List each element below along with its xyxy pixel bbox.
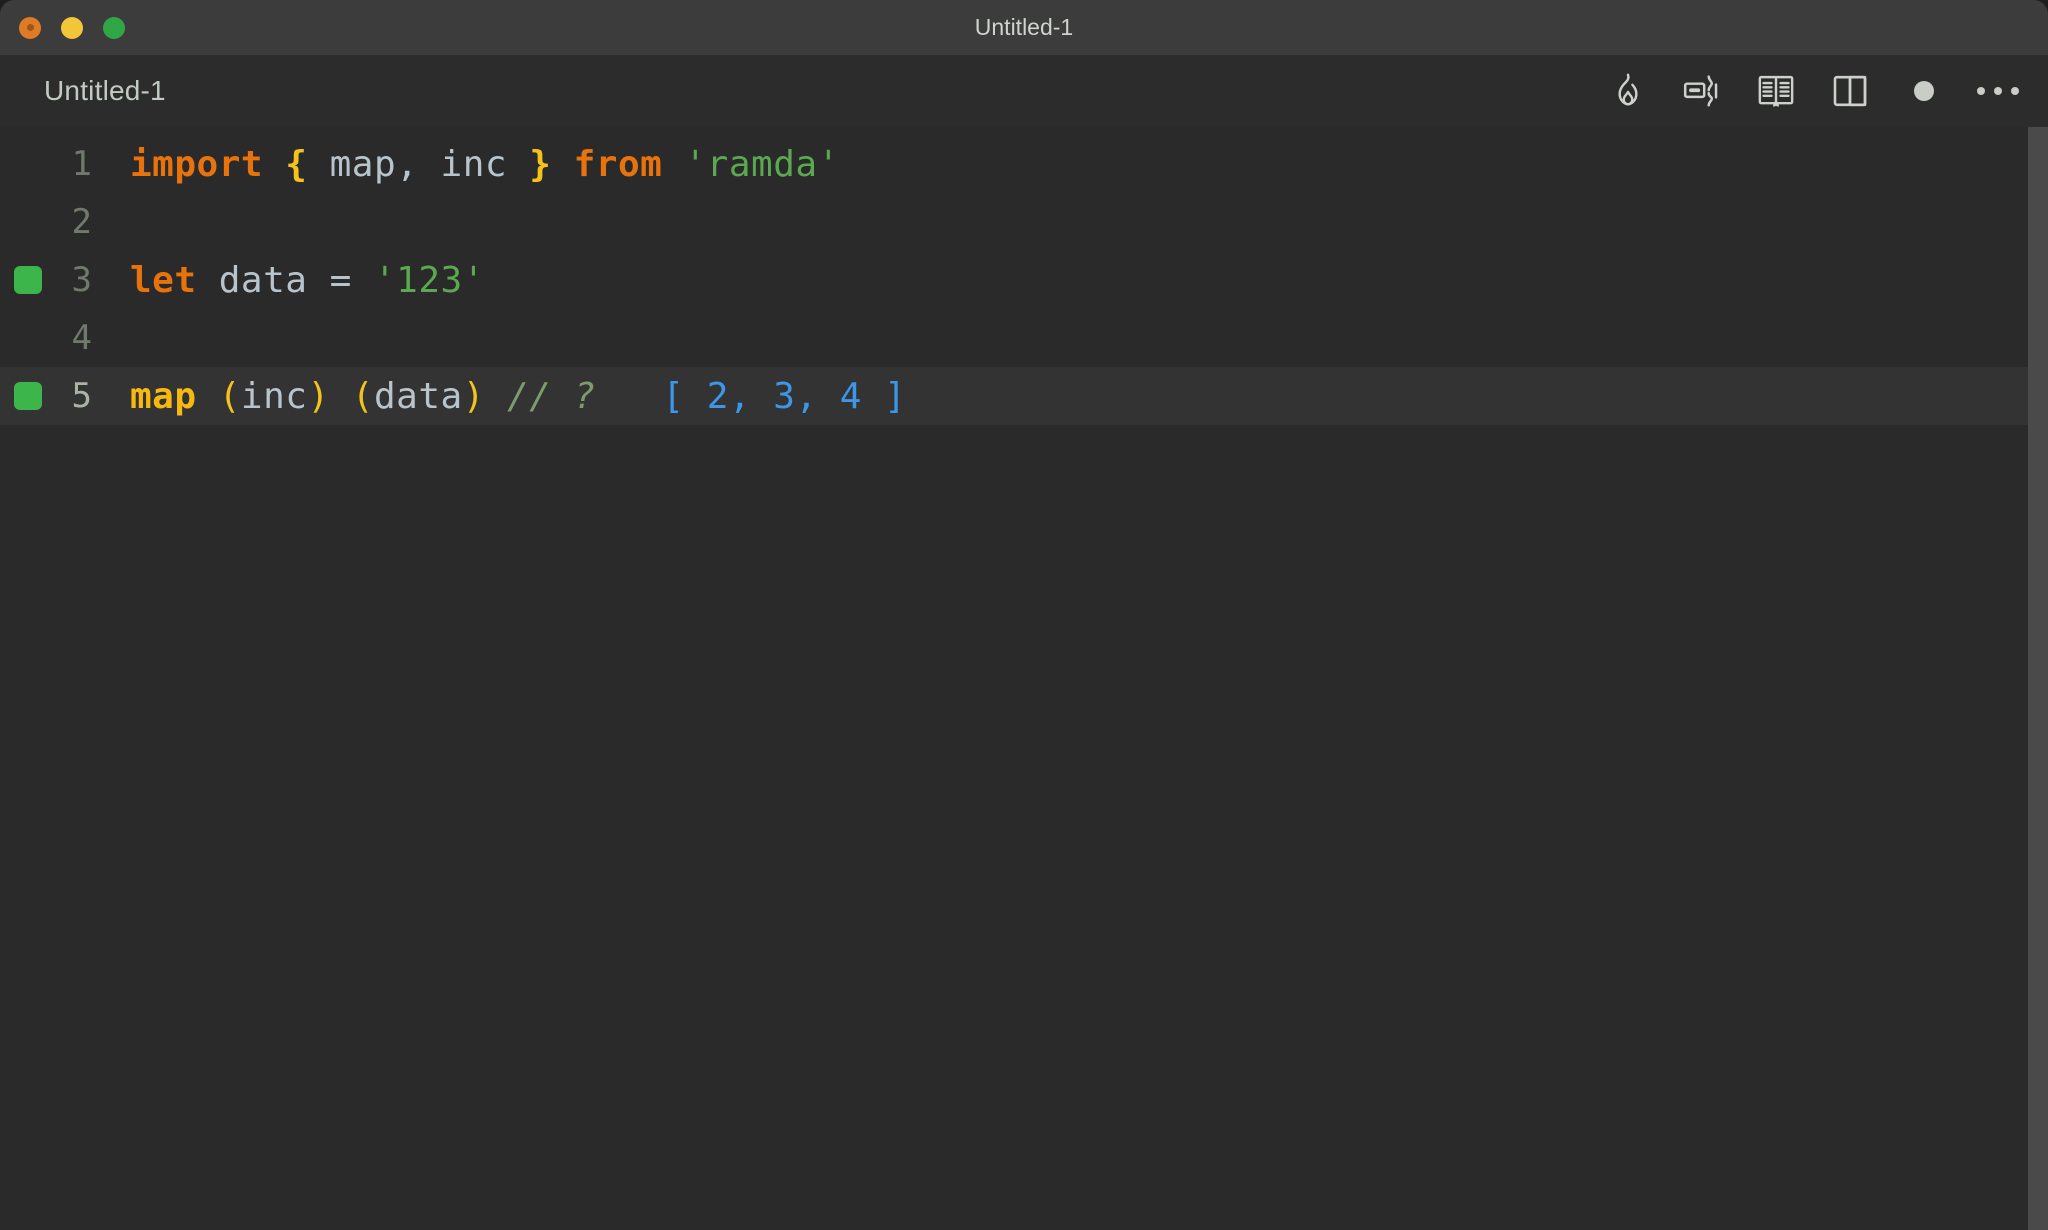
- editor-window: Untitled-1 Untitled-1 1 import {map, in…: [0, 0, 2048, 1230]
- token-paren: (: [218, 375, 241, 417]
- token-brace: {: [285, 143, 308, 185]
- ellipsis-icon: [1977, 87, 2019, 95]
- token-identifier: data: [374, 375, 463, 417]
- line-number: 4: [71, 318, 92, 358]
- editor-scrollbar[interactable]: [2028, 127, 2048, 1230]
- traffic-light-group: [19, 16, 125, 39]
- token-paren: (: [351, 375, 374, 417]
- gutter-marker-icon[interactable]: [14, 266, 42, 294]
- open-book-icon: [1757, 74, 1795, 108]
- unsaved-dot-icon-button[interactable]: [1902, 69, 1946, 113]
- window-title: Untitled-1: [974, 14, 1074, 40]
- editor-toolbar: [1606, 69, 2020, 113]
- more-actions-button[interactable]: [1976, 69, 2020, 113]
- token-keyword: import: [130, 143, 264, 185]
- token-keyword: let: [130, 259, 197, 301]
- code-line[interactable]: 5 map (inc) (data) // ? [ 2, 3, 4 ]: [0, 367, 2048, 425]
- code-lines[interactable]: 1 import { map, inc } from 'ramda' 2 3 let d…: [0, 127, 2048, 425]
- code-line[interactable]: 2: [0, 193, 2048, 251]
- token-paren: ): [462, 375, 485, 417]
- token-keyword: from: [573, 143, 663, 185]
- line-code[interactable]: let data = '123': [130, 260, 2048, 301]
- code-line[interactable]: 4: [0, 309, 2048, 367]
- flame-icon: [1611, 72, 1645, 110]
- unsaved-dot-icon: [1914, 81, 1934, 101]
- minimize-window-button[interactable]: [61, 16, 83, 39]
- tab-bar: Untitled-1: [0, 55, 2048, 127]
- token-identifier: inc: [240, 375, 308, 417]
- token-brace: }: [529, 143, 552, 185]
- title-bar: Untitled-1: [0, 0, 2048, 55]
- editor-area[interactable]: 1 import { map, inc } from 'ramda' 2 3 let d…: [0, 127, 2048, 1230]
- gutter-marker-icon[interactable]: [14, 382, 42, 410]
- token-identifier: inc: [440, 143, 508, 185]
- token-identifier: data: [218, 259, 308, 301]
- token-string: '123': [373, 259, 485, 301]
- line-code[interactable]: import { map, inc } from 'ramda': [130, 144, 2048, 185]
- token-operator: =: [329, 259, 352, 301]
- token-paren: ): [307, 375, 330, 417]
- code-line[interactable]: 3 let data = '123': [0, 251, 2048, 309]
- run-split-icon: [1683, 72, 1721, 110]
- maximize-window-button[interactable]: [103, 16, 125, 39]
- token-operator: ,: [396, 143, 419, 185]
- token-comment: //: [507, 375, 552, 417]
- token-result: [ 2, 3, 4 ]: [662, 375, 907, 417]
- split-editor-icon-button[interactable]: [1828, 69, 1872, 113]
- line-code[interactable]: map (inc) (data) // ? [ 2, 3, 4 ]: [130, 375, 2048, 417]
- run-split-icon-button[interactable]: [1680, 69, 1724, 113]
- line-number: 1: [71, 144, 92, 184]
- open-book-icon-button[interactable]: [1754, 69, 1798, 113]
- token-identifier: map: [329, 143, 397, 185]
- split-editor-icon: [1832, 74, 1868, 108]
- line-number: 2: [71, 202, 92, 242]
- close-window-button[interactable]: [19, 16, 41, 39]
- token-comment: ?: [573, 375, 596, 417]
- token-string: 'ramda': [684, 143, 840, 185]
- tab-untitled-1[interactable]: Untitled-1: [44, 75, 166, 107]
- code-line[interactable]: 1 import { map, inc } from 'ramda': [0, 135, 2048, 193]
- flame-icon-button[interactable]: [1606, 69, 1650, 113]
- token-function: map: [130, 375, 197, 417]
